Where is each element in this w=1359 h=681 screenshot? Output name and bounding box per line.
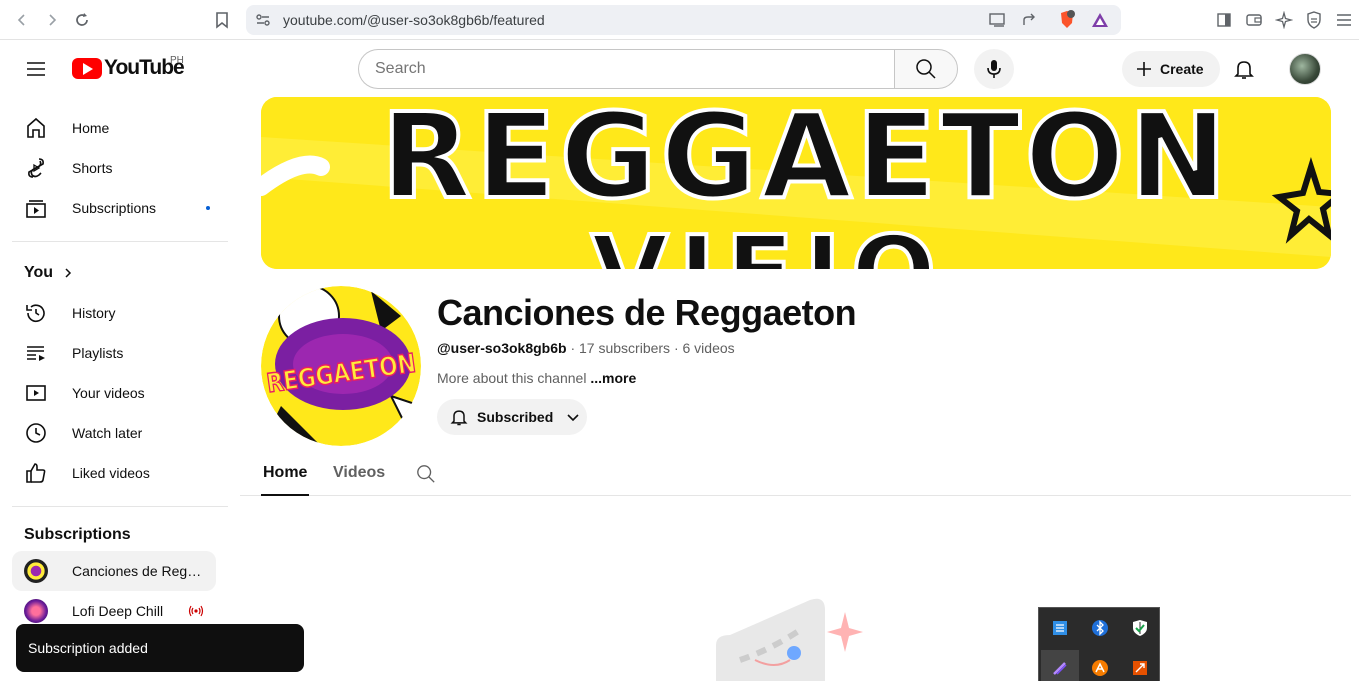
channel-tabs: Home Videos [240,452,1351,496]
pen-tray-icon[interactable] [1041,650,1079,681]
sidebar-you-header[interactable]: You [12,253,216,293]
leo-ai-icon[interactable] [1272,8,1296,32]
system-tray-overflow [1038,607,1160,681]
bluetooth-tray-icon[interactable] [1081,610,1119,646]
your-videos-icon [26,385,46,401]
sidebar-item-playlists[interactable]: Playlists [12,333,216,373]
history-icon [26,304,45,323]
address-bar[interactable]: youtube.com/@user-so3ok8gb6b/featured [246,5,1121,35]
plus-icon [1137,62,1151,76]
country-code: PH [170,55,184,66]
wallet-icon[interactable] [1242,8,1266,32]
url-text: youtube.com/@user-so3ok8gb6b/featured [283,12,545,28]
guide-sidebar: Home Shorts Subscriptions You History Pl… [0,97,240,681]
watch-later-icon [26,423,46,443]
search-button[interactable] [894,49,958,89]
sidebar-item-history[interactable]: History [12,293,216,333]
active-tab-indicator [261,494,309,496]
new-content-dot [206,206,210,210]
subscribed-button[interactable]: Subscribed [437,399,587,435]
network-tray-icon[interactable] [1041,610,1079,646]
site-settings-icon[interactable] [254,11,272,29]
tab-home[interactable]: Home [263,464,307,482]
toast-message: Subscription added [28,640,148,656]
notifications-icon[interactable] [1232,57,1256,81]
vpn-shield-icon[interactable] [1302,8,1326,32]
channel-meta: @user-so3ok8gb6b · 17 subscribers · 6 vi… [437,340,735,356]
chevron-right-icon [65,268,72,278]
channel-description[interactable]: More about this channel ...more [437,370,636,386]
create-button[interactable]: Create [1122,51,1220,87]
brave-shields-icon[interactable] [1058,10,1076,29]
chevron-down-icon [567,414,579,422]
share-icon[interactable] [1020,11,1038,29]
shorts-icon [28,158,44,178]
sidebar-divider [12,506,228,507]
microphone-icon [987,60,1001,78]
search-box [358,49,958,89]
bell-icon [450,410,468,426]
sidebar-item-home[interactable]: Home [12,108,216,148]
channel-avatar [24,559,48,583]
guide-menu-icon[interactable] [24,57,48,81]
security-tray-icon[interactable] [1121,610,1159,646]
back-icon[interactable] [10,8,34,32]
toast-notification: Subscription added [16,624,304,672]
sidebar-item-subscriptions[interactable]: Subscriptions [12,188,216,228]
account-avatar[interactable] [1289,53,1321,85]
create-label: Create [1160,61,1204,77]
channel-avatar [24,599,48,623]
more-about-text: More about this channel [437,370,591,386]
subscriptions-icon [26,200,46,218]
playlists-icon [27,346,45,361]
sidebar-toggle-icon[interactable] [1212,8,1236,32]
youtube-masthead: YouTube PH Create [0,41,1359,97]
channel-handle: @user-so3ok8gb6b [437,340,567,356]
app-tray-icon[interactable] [1081,650,1119,681]
live-icon [188,605,204,617]
tab-videos[interactable]: Videos [333,464,385,482]
channel-search-icon[interactable] [416,464,436,484]
forward-icon[interactable] [40,8,64,32]
brave-rewards-icon[interactable] [1091,11,1109,29]
youtube-play-icon [72,57,102,79]
channel-stats: · 17 subscribers · 6 videos [566,340,735,356]
channel-banner: REGGAETON VIEJO [261,97,1331,269]
browser-toolbar: youtube.com/@user-so3ok8gb6b/featured [0,0,1359,40]
more-link[interactable]: ...more [590,370,636,386]
banner-artwork: REGGAETON VIEJO [261,97,1331,269]
subscriptions-section-title: Subscriptions [24,526,131,543]
liked-videos-icon [26,463,46,483]
youtube-logo[interactable]: YouTube PH [72,55,185,80]
reload-icon[interactable] [70,8,94,32]
banner-title-line-2: VIEJO [591,214,946,269]
banner-title-line-1: REGGAETON [381,97,1231,225]
search-input[interactable] [358,49,895,89]
voice-search-button[interactable] [974,49,1014,89]
sidebar-item-liked-videos[interactable]: Liked videos [12,453,216,493]
bookmark-icon[interactable] [210,8,234,32]
subscribed-label: Subscribed [477,409,554,425]
sidebar-item-your-videos[interactable]: Your videos [12,373,216,413]
sidebar-sub-canciones-de-reggaeton[interactable]: Canciones de Reggaeton [12,551,216,591]
empty-state-illustration [716,598,863,681]
channel-title: Canciones de Reggaeton [437,292,857,333]
sidebar-divider [12,241,228,242]
home-icon [27,117,45,138]
menu-icon[interactable] [1332,8,1356,32]
cast-icon[interactable] [988,11,1006,29]
sidebar-item-shorts[interactable]: Shorts [12,148,216,188]
sidebar-item-watch-later[interactable]: Watch later [12,413,216,453]
utility-tray-icon[interactable] [1121,650,1159,681]
channel-avatar-large[interactable]: REGGAETON [261,286,421,446]
search-icon [916,59,936,79]
